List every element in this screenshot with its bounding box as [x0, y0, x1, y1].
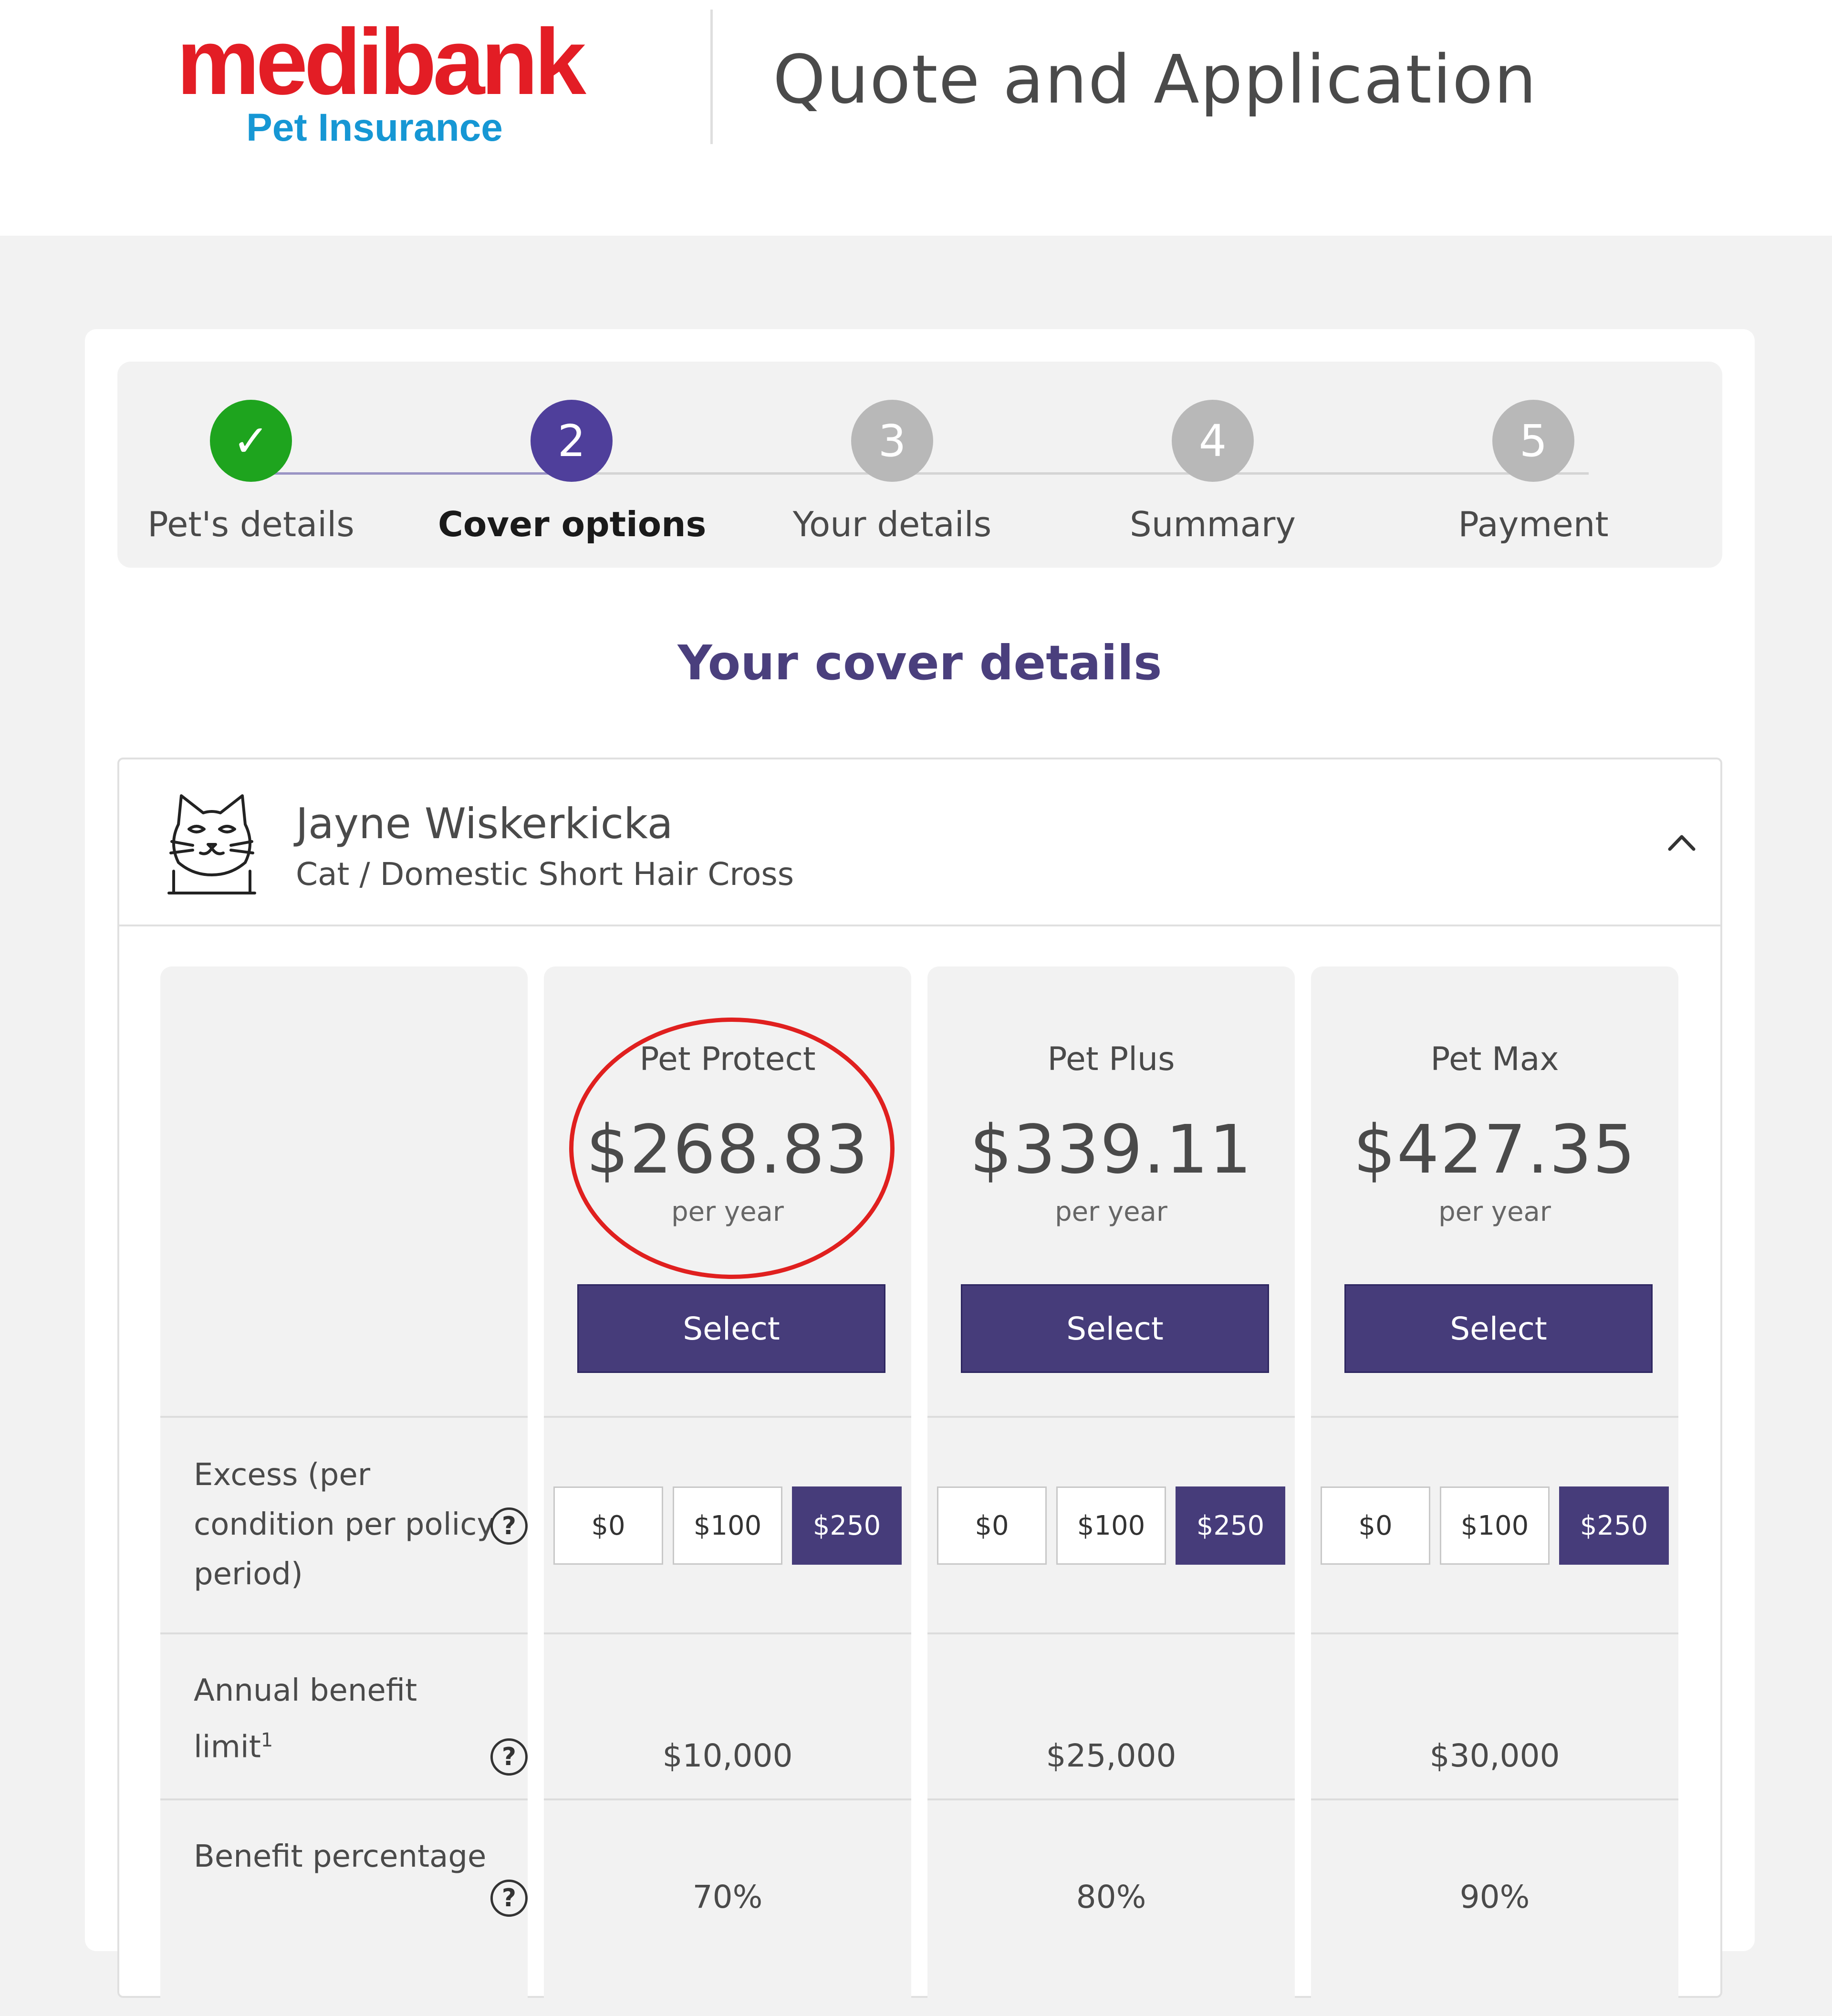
row-divider — [1311, 1798, 1678, 1800]
feature-label-column: Excess (per condition per policy period)… — [160, 966, 528, 2016]
plan-name: Pet Protect — [639, 1040, 816, 1078]
step-summary: 4 Summary — [1079, 362, 1346, 568]
step-your-details: 3 Your details — [759, 362, 1026, 568]
annual-limit-label: Annual benefit limit1 — [194, 1673, 417, 1765]
plan-name: Pet Plus — [1047, 1040, 1175, 1078]
excess-options: $0 $100 $250 — [937, 1486, 1285, 1565]
plan-column-pet-max: Pet Max $427.35 per year Select $0 $100 … — [1311, 966, 1678, 2016]
row-divider — [927, 1416, 1295, 1418]
plan-price: $339.11 — [969, 1111, 1253, 1189]
check-icon: ✓ — [210, 400, 292, 482]
annual-limit-value: $10,000 — [662, 1737, 793, 1774]
quote-card: ✓ Pet's details 2 Cover options 3 Your d… — [85, 329, 1755, 2016]
plan-price: $427.35 — [1353, 1111, 1636, 1189]
row-divider — [160, 1632, 528, 1634]
step-label: Summary — [1130, 504, 1296, 544]
excess-option-250[interactable]: $250 — [1176, 1486, 1285, 1565]
logo-subtitle: Pet Insurance — [246, 106, 503, 149]
benefit-percentage-value: 80% — [1076, 1879, 1146, 1915]
page-title: Quote and Application — [773, 41, 1538, 119]
row-divider — [1311, 1416, 1678, 1418]
row-divider — [544, 1632, 911, 1634]
header-divider — [710, 10, 713, 144]
step-label: Pet's details — [147, 504, 354, 544]
help-icon[interactable]: ? — [490, 1880, 528, 1917]
step-label: Cover options — [438, 504, 707, 544]
pet-name: Jayne Wiskerkicka — [296, 799, 673, 848]
benefit-percentage-label: Benefit percentage — [194, 1839, 487, 1874]
excess-option-0[interactable]: $0 — [553, 1486, 663, 1565]
step-label: Your details — [792, 504, 992, 544]
row-divider — [927, 1798, 1295, 1800]
excess-option-250[interactable]: $250 — [792, 1486, 902, 1565]
plan-name: Pet Max — [1430, 1040, 1559, 1078]
pet-breed: Cat / Domestic Short Hair Cross — [296, 856, 794, 893]
chevron-up-icon[interactable] — [1665, 826, 1698, 860]
pet-cover-panel: Jayne Wiskerkicka Cat / Domestic Short H… — [117, 758, 1722, 2016]
help-icon[interactable]: ? — [490, 1738, 528, 1776]
plan-column-pet-plus: Pet Plus $339.11 per year Select $0 $100… — [927, 966, 1295, 2016]
plan-column-pet-protect: Pet Protect $268.83 per year Select $0 $… — [544, 966, 911, 2016]
help-icon[interactable]: ? — [490, 1507, 528, 1545]
row-divider — [544, 1798, 911, 1800]
page-header: medibank Pet Insurance Quote and Applica… — [0, 0, 1832, 236]
select-pet-protect-button[interactable]: Select — [577, 1284, 885, 1373]
step-number: 3 — [851, 400, 933, 482]
excess-option-0[interactable]: $0 — [1321, 1486, 1430, 1565]
row-divider — [1311, 1632, 1678, 1634]
benefit-percentage-value: 90% — [1459, 1879, 1530, 1915]
step-cover-options: 2 Cover options — [438, 362, 707, 568]
step-label: Payment — [1458, 504, 1609, 544]
annual-limit-value: $25,000 — [1046, 1737, 1176, 1774]
step-pets-details[interactable]: ✓ Pet's details — [117, 362, 385, 568]
plan-period: per year — [671, 1196, 784, 1227]
excess-label: Excess (per condition per policy period) — [194, 1457, 495, 1592]
step-number: 4 — [1172, 400, 1254, 482]
excess-option-100[interactable]: $100 — [1440, 1486, 1550, 1565]
cat-icon — [167, 794, 256, 894]
step-payment: 5 Payment — [1400, 362, 1667, 568]
plan-price: $268.83 — [586, 1111, 869, 1189]
excess-options: $0 $100 $250 — [1321, 1486, 1669, 1565]
medibank-logo[interactable]: medibank Pet Insurance — [177, 10, 586, 149]
pet-panel-header[interactable]: Jayne Wiskerkicka Cat / Domestic Short H… — [119, 759, 1720, 926]
row-divider — [160, 1416, 528, 1418]
select-pet-plus-button[interactable]: Select — [961, 1284, 1269, 1373]
benefit-percentage-value: 70% — [692, 1879, 763, 1915]
select-pet-max-button[interactable]: Select — [1344, 1284, 1653, 1373]
excess-option-250[interactable]: $250 — [1559, 1486, 1669, 1565]
row-divider — [927, 1632, 1295, 1634]
plan-period: per year — [1055, 1196, 1167, 1227]
progress-stepper: ✓ Pet's details 2 Cover options 3 Your d… — [117, 362, 1722, 568]
plan-period: per year — [1438, 1196, 1551, 1227]
excess-option-100[interactable]: $100 — [1056, 1486, 1166, 1565]
annual-limit-value: $30,000 — [1429, 1737, 1560, 1774]
row-divider — [544, 1416, 911, 1418]
row-divider — [160, 1798, 528, 1800]
logo-wordmark: medibank — [177, 10, 586, 114]
step-number: 2 — [531, 400, 613, 482]
excess-options: $0 $100 $250 — [553, 1486, 902, 1565]
section-title: Your cover details — [677, 635, 1162, 691]
excess-option-100[interactable]: $100 — [673, 1486, 782, 1565]
step-number: 5 — [1492, 400, 1574, 482]
excess-option-0[interactable]: $0 — [937, 1486, 1047, 1565]
